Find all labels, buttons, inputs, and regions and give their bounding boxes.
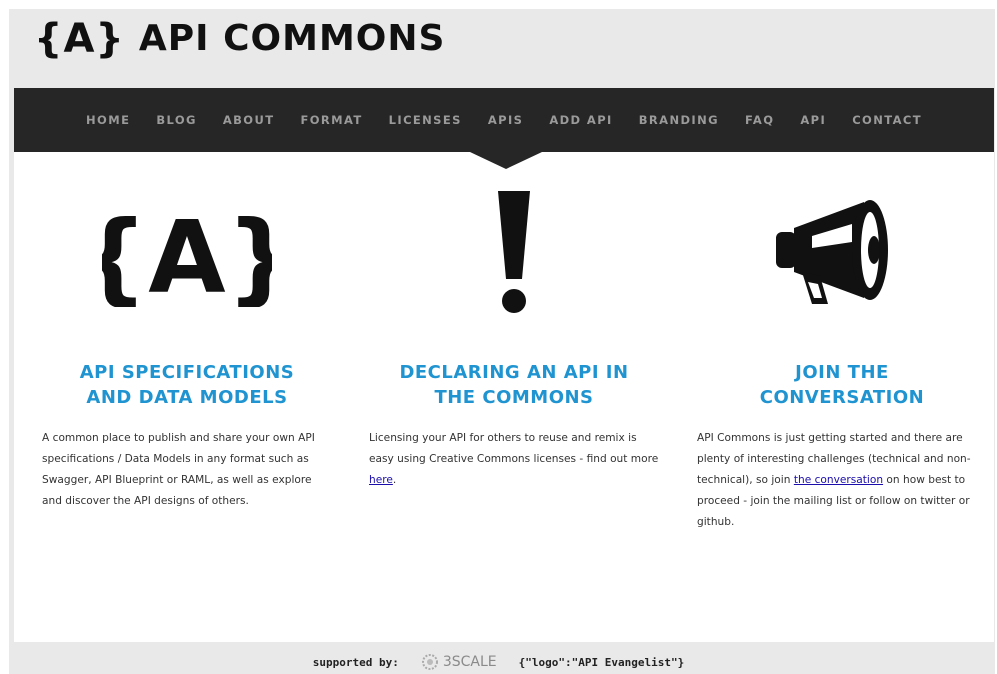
feature-title: JOIN THE CONVERSATION	[759, 362, 925, 408]
sponsor-3scale-link[interactable]: 3SCALE	[421, 653, 497, 671]
feature-title: DECLARING AN API IN THE COMMONS	[399, 362, 629, 408]
main-content: {A} API SPECIFICATIONS AND DATA MODELS A…	[14, 152, 994, 642]
nav-item-about[interactable]: ABOUT	[210, 113, 288, 127]
brand-mark: {A}	[34, 16, 125, 62]
nav-active-pointer	[470, 152, 542, 169]
nav-item-apis[interactable]: APIS	[475, 113, 537, 127]
feature-text-part: .	[392, 474, 397, 486]
nav-list: HOME BLOG ABOUT FORMAT LICENSES APIS ADD…	[14, 88, 994, 152]
feature-text-part: Licensing your API for others to reuse a…	[369, 432, 659, 465]
supported-by-label: supported by:	[312, 655, 399, 669]
nav-item-add-api[interactable]: ADD API	[536, 113, 625, 127]
nav-item-blog[interactable]: BLOG	[143, 113, 210, 127]
exclamation-icon-svg	[498, 191, 530, 313]
feature-description: A common place to publish and share your…	[42, 432, 315, 507]
nav-item-contact[interactable]: CONTACT	[839, 113, 935, 127]
braces-a-logo-icon-svg: {A}	[102, 199, 272, 307]
exclamation-icon	[369, 152, 659, 352]
megaphone-icon	[697, 152, 987, 352]
sponsor-3scale-label: 3SCALE	[442, 654, 497, 670]
nav-item-faq[interactable]: FAQ	[732, 113, 787, 127]
feature-title: API SPECIFICATIONS AND DATA MODELS	[79, 362, 295, 408]
nav-item-format[interactable]: FORMAT	[287, 113, 375, 127]
feature-api-specifications: {A} API SPECIFICATIONS AND DATA MODELS A…	[42, 152, 332, 512]
nav-item-api[interactable]: API	[787, 113, 839, 127]
nav-item-branding[interactable]: BRANDING	[626, 113, 732, 127]
braces-a-logo-icon: {A}	[42, 152, 332, 352]
site-logo[interactable]: {A} API COMMONS	[34, 16, 445, 62]
site-title: API COMMONS	[138, 18, 446, 59]
svg-text:{A}: {A}	[102, 199, 272, 307]
here-link[interactable]: here	[369, 474, 393, 486]
feature-description: API Commons is just getting started and …	[697, 428, 987, 533]
feature-description: Licensing your API for others to reuse a…	[369, 428, 659, 491]
footer: supported by: 3SCALE {"logo":"API Evange…	[0, 650, 997, 674]
feature-declaring-api: DECLARING AN API IN THE COMMONS Licensin…	[369, 152, 659, 491]
nav-item-home[interactable]: HOME	[73, 113, 143, 127]
feature-join-conversation: JOIN THE CONVERSATION API Commons is jus…	[697, 152, 987, 533]
main-nav: HOME BLOG ABOUT FORMAT LICENSES APIS ADD…	[14, 88, 994, 152]
sponsor-api-evangelist-link[interactable]: {"logo":"API Evangelist"}	[519, 656, 685, 669]
gear-icon	[421, 654, 438, 670]
nav-item-licenses[interactable]: LICENSES	[376, 113, 475, 127]
megaphone-icon-svg	[776, 200, 888, 304]
conversation-link[interactable]: the conversation	[794, 474, 883, 486]
